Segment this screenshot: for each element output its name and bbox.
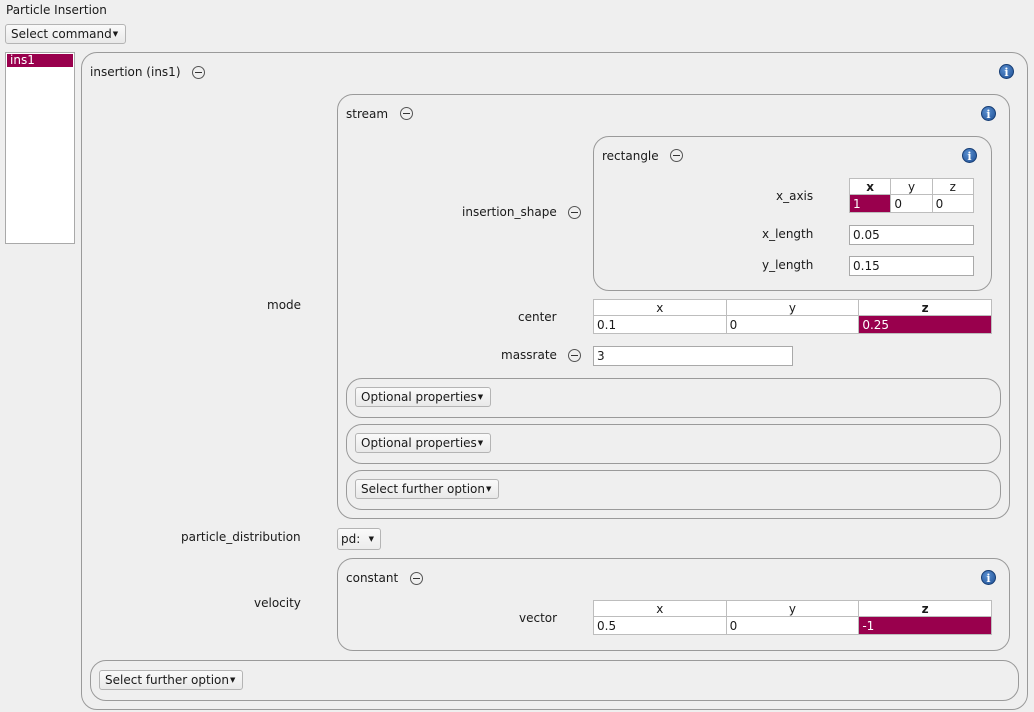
x-axis-z-cell[interactable]: 0 [931,194,975,213]
dropdown-arrow-icon: ▼ [229,676,236,684]
column-header-y: y [725,299,860,316]
window-title: Particle Insertion [6,3,107,17]
info-icon[interactable]: i [999,64,1014,79]
collapse-insertion-icon[interactable] [192,66,205,79]
info-icon[interactable]: i [981,106,996,121]
center-x-cell[interactable]: 0.1 [593,315,727,334]
y-length-label: y_length [762,258,814,272]
center-z-cell[interactable]: 0.25 [858,315,992,334]
particle-distribution-label: particle_distribution [181,530,301,544]
collapse-rectangle-icon[interactable] [670,149,683,162]
dropdown-arrow-icon: ▼ [368,535,374,543]
dropdown-arrow-icon: ▼ [485,485,492,493]
x-axis-label: x_axis [776,189,814,203]
collapse-stream-icon[interactable] [400,107,413,120]
x-length-label: x_length [762,227,814,241]
dropdown-arrow-icon: ▼ [477,393,484,401]
vector-z-cell[interactable]: -1 [858,616,992,635]
column-header-z: z [858,600,992,617]
collapse-massrate-icon[interactable] [568,349,581,362]
insertion-shape-label: insertion_shape [462,205,557,219]
particle-distribution-combo[interactable]: pd: ▼ [337,528,381,550]
dropdown-arrow-icon: ▼ [477,439,484,447]
dropdown-arrow-icon: ▼ [112,30,119,38]
x-axis-table[interactable]: x y z 1 0 0 [848,178,975,213]
column-header-z: z [858,299,992,316]
x-length-input[interactable]: 0.05 [849,225,974,245]
x-axis-x-cell[interactable]: 1 [848,194,892,213]
insertion-list[interactable]: ins1 [5,52,75,244]
vector-x-cell[interactable]: 0.5 [593,616,727,635]
list-item[interactable]: ins1 [7,54,73,67]
y-length-input[interactable]: 0.15 [849,256,974,276]
column-header-x: x [593,600,727,617]
column-header-x: x [593,299,727,316]
mode-label: mode [267,298,302,312]
velocity-label: velocity [254,596,301,610]
collapse-insertion-shape-icon[interactable] [568,206,581,219]
select-further-option-label: Select further option [105,673,229,687]
massrate-input[interactable]: 3 [593,346,793,366]
collapse-constant-icon[interactable] [410,572,423,585]
column-header-y: y [890,178,933,195]
select-command-label: Select command [11,27,112,41]
constant-label: constant [346,571,399,585]
massrate-label: massrate [501,348,557,362]
stream-label: stream [346,107,389,121]
center-table[interactable]: x y z 0.1 0 0.25 [593,299,992,334]
particle-distribution-value: pd: [341,532,361,546]
select-command-dropdown[interactable]: Select command▼ [5,24,126,44]
optional-properties-dropdown[interactable]: Optional properties▼ [355,433,491,453]
column-header-y: y [725,600,860,617]
info-icon[interactable]: i [962,148,977,163]
select-further-option-label: Select further option [361,482,485,496]
select-further-option-dropdown[interactable]: Select further option▼ [355,479,499,499]
column-header-x: x [848,178,892,195]
optional-properties-label: Optional properties [361,390,477,404]
vector-table[interactable]: x y z 0.5 0 -1 [593,600,992,635]
x-axis-y-cell[interactable]: 0 [890,194,933,213]
select-further-option-dropdown[interactable]: Select further option▼ [99,670,243,690]
vector-y-cell[interactable]: 0 [725,616,860,635]
optional-properties-dropdown[interactable]: Optional properties▼ [355,387,491,407]
insertion-group-label: insertion (ins1) [90,65,181,79]
center-label: center [518,310,557,324]
optional-properties-label: Optional properties [361,436,477,450]
column-header-z: z [931,178,975,195]
info-icon[interactable]: i [981,570,996,585]
rectangle-label: rectangle [602,149,659,163]
center-y-cell[interactable]: 0 [725,315,860,334]
vector-label: vector [519,611,558,625]
